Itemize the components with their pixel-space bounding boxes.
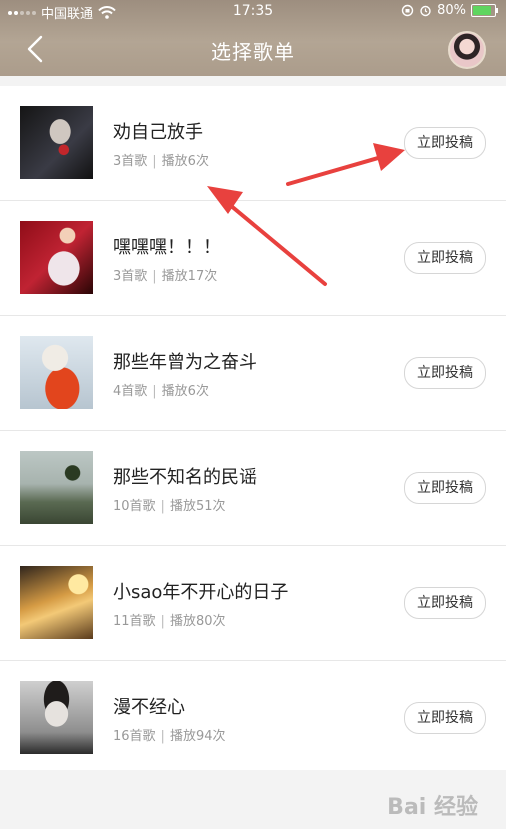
play-count: 播放17次 — [161, 269, 218, 284]
battery-icon — [471, 4, 498, 17]
playlist-list: 劝自己放手 3首歌 | 播放6次 立即投稿 嘿嘿嘿！！！ 3首歌 | 播放17次 立即投… — [0, 86, 506, 775]
playlist-cover — [20, 336, 93, 409]
submit-button[interactable]: 立即投稿 — [404, 127, 486, 159]
user-avatar[interactable] — [448, 31, 486, 69]
playlist-row[interactable]: 嘿嘿嘿！！！ 3首歌 | 播放17次 立即投稿 — [0, 200, 506, 315]
playlist-name: 那些年曾为之奋斗 — [113, 352, 257, 373]
playlist-row[interactable]: 小sao年不开心的日子 11首歌 | 播放80次 立即投稿 — [0, 545, 506, 660]
playlist-name: 那些不知名的民谣 — [113, 467, 257, 488]
status-bar: 中国联通 17:35 80% — [0, 0, 506, 24]
playlist-meta: 16首歌 | 播放94次 — [113, 725, 225, 744]
meta-separator: | — [160, 729, 165, 744]
playlist-row[interactable]: 那些年曾为之奋斗 4首歌 | 播放6次 立即投稿 — [0, 315, 506, 430]
playlist-meta: 3首歌 | 播放6次 — [113, 150, 209, 169]
playlist-meta: 10首歌 | 播放51次 — [113, 495, 225, 514]
playlist-row[interactable]: 漫不经心 16首歌 | 播放94次 立即投稿 — [0, 660, 506, 775]
orientation-lock-icon — [401, 4, 414, 17]
playlist-name: 小sao年不开心的日子 — [113, 582, 289, 603]
header-bar: 中国联通 17:35 80% 选择歌单 — [0, 0, 506, 76]
alarm-icon — [420, 5, 431, 17]
meta-separator: | — [152, 269, 157, 284]
play-count: 播放94次 — [169, 729, 226, 744]
playlist-row[interactable]: 劝自己放手 3首歌 | 播放6次 立即投稿 — [0, 86, 506, 200]
song-count: 16首歌 — [113, 729, 156, 744]
playlist-name: 劝自己放手 — [113, 122, 203, 143]
playlist-meta: 11首歌 | 播放80次 — [113, 610, 225, 629]
song-count: 4首歌 — [113, 384, 148, 399]
song-count: 11首歌 — [113, 614, 156, 629]
playlist-cover — [20, 106, 93, 179]
submit-button[interactable]: 立即投稿 — [404, 472, 486, 504]
meta-separator: | — [160, 499, 165, 514]
meta-separator: | — [152, 384, 157, 399]
playlist-cover — [20, 451, 93, 524]
song-count: 3首歌 — [113, 154, 148, 169]
playlist-cover — [20, 221, 93, 294]
play-count: 播放80次 — [169, 614, 226, 629]
playlist-name: 漫不经心 — [113, 697, 185, 718]
submit-button[interactable]: 立即投稿 — [404, 357, 486, 389]
submit-button[interactable]: 立即投稿 — [404, 587, 486, 619]
playlist-name: 嘿嘿嘿！！！ — [113, 237, 221, 258]
submit-button[interactable]: 立即投稿 — [404, 242, 486, 274]
playlist-meta: 3首歌 | 播放17次 — [113, 265, 217, 284]
playlist-cover — [20, 681, 93, 754]
submit-button[interactable]: 立即投稿 — [404, 702, 486, 734]
playlist-row[interactable]: 那些不知名的民谣 10首歌 | 播放51次 立即投稿 — [0, 430, 506, 545]
watermark: Bai 经验 — [387, 795, 478, 820]
song-count: 10首歌 — [113, 499, 156, 514]
playlist-cover — [20, 566, 93, 639]
meta-separator: | — [152, 154, 157, 169]
play-count: 播放6次 — [161, 154, 209, 169]
page-title: 选择歌单 — [211, 40, 295, 64]
play-count: 播放51次 — [169, 499, 226, 514]
meta-separator: | — [160, 614, 165, 629]
song-count: 3首歌 — [113, 269, 148, 284]
play-count: 播放6次 — [161, 384, 209, 399]
playlist-meta: 4首歌 | 播放6次 — [113, 380, 209, 399]
battery-percent: 80% — [437, 3, 466, 18]
